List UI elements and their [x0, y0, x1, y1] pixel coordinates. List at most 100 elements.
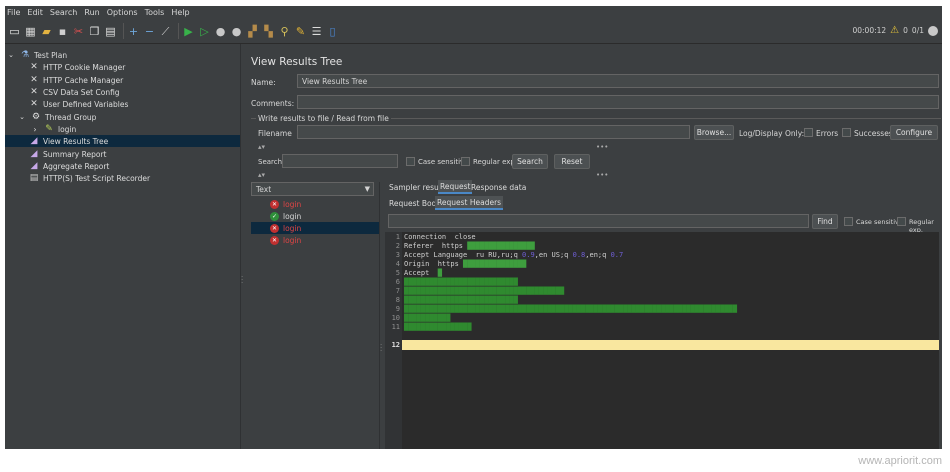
tab-response-data[interactable]: Response data	[469, 180, 528, 194]
errors-checkbox[interactable]	[804, 128, 813, 137]
reset-button[interactable]: Reset	[554, 154, 590, 169]
request-headers-editor[interactable]: 1 2 3 4 5 6 7 8 9 10 11 12 Connection cl…	[385, 232, 939, 449]
tree-item-user-defined-variables[interactable]: ✕ User Defined Variables	[29, 98, 128, 110]
name-field[interactable]: View Results Tree	[297, 74, 939, 88]
tree-item-label: User Defined Variables	[43, 99, 129, 109]
open-icon[interactable]: ▰	[40, 25, 53, 38]
listener-icon: ◢	[30, 161, 38, 171]
tree-item-test-plan[interactable]: ⌄ ⚗ Test Plan	[6, 49, 67, 61]
menu-tools[interactable]: Tools	[145, 8, 165, 17]
expand-icon[interactable]: +	[127, 25, 140, 38]
redacted-header: ██████████████████████████████████████	[404, 287, 565, 295]
shutdown-icon[interactable]: ●	[230, 25, 243, 38]
menu-edit[interactable]: Edit	[27, 8, 43, 17]
chevron-down-icon: ▼	[364, 185, 370, 193]
line-number: 6	[395, 278, 400, 286]
menu-file[interactable]: File	[7, 8, 20, 17]
collapse-icon[interactable]: −	[143, 25, 156, 38]
tree-item-login[interactable]: › ✎ login	[30, 123, 76, 135]
tree-item-label: HTTP Cookie Manager	[43, 62, 126, 72]
sample-label: login	[283, 235, 302, 245]
tree-item-http-cookie-manager[interactable]: ✕ HTTP Cookie Manager	[29, 61, 125, 73]
comments-label: Comments:	[251, 99, 295, 108]
tab-request-headers[interactable]: Request Headers	[435, 196, 504, 210]
stop-icon[interactable]: ●	[214, 25, 227, 38]
chevron-down-icon[interactable]: ⌄	[17, 112, 27, 122]
list-item[interactable]: ✕ login	[251, 234, 379, 246]
redacted-header: ███████████████████████████	[404, 278, 518, 286]
splitter-grip-icon[interactable]: · · ·	[241, 274, 243, 287]
listener-icon: ◢	[30, 149, 38, 159]
comments-field[interactable]	[297, 95, 939, 109]
clear-icon[interactable]: ▞	[246, 25, 259, 38]
configure-button[interactable]: Configure	[890, 125, 938, 140]
list-item[interactable]: ✕ login	[251, 222, 379, 234]
page-title: View Results Tree	[251, 56, 343, 68]
start-no-pauses-icon[interactable]: ▷	[198, 25, 211, 38]
case-sensitive-checkbox[interactable]	[406, 157, 415, 166]
search-icon[interactable]: ⚲	[278, 25, 291, 38]
tree-item-label: Summary Report	[43, 149, 107, 159]
find-button[interactable]: Find	[812, 214, 838, 229]
paste-icon[interactable]: ▤	[104, 25, 117, 38]
menu-run[interactable]: Run	[84, 8, 99, 17]
sample-label: login	[283, 199, 302, 209]
active-threads: 0/1	[911, 26, 924, 35]
toggle-icon[interactable]: ⟋	[159, 25, 172, 38]
search-button[interactable]: Search	[512, 154, 548, 169]
tree-item-csv-data-set-config[interactable]: ✕ CSV Data Set Config	[29, 86, 120, 98]
tree-item-summary-report[interactable]: ◢ Summary Report	[29, 148, 107, 160]
line-number: 12	[391, 341, 400, 349]
tree-item-label: CSV Data Set Config	[43, 87, 120, 97]
regex-checkbox[interactable]	[461, 157, 470, 166]
menu-search[interactable]: Search	[50, 8, 77, 17]
menu-help[interactable]: Help	[171, 8, 189, 17]
list-item[interactable]: ✕ login	[251, 198, 379, 210]
browse-button[interactable]: Browse...	[694, 125, 734, 140]
cut-icon[interactable]: ✂	[72, 25, 85, 38]
find-case-sensitive-checkbox[interactable]	[844, 217, 853, 226]
current-line-highlight	[402, 340, 939, 350]
copy-icon[interactable]: ❐	[88, 25, 101, 38]
test-plan-icon: ⚗	[20, 50, 30, 60]
filename-label: Filename	[258, 129, 292, 138]
list-item[interactable]: ✓ login	[251, 210, 379, 222]
filename-field[interactable]	[297, 125, 690, 139]
tree-item-http-cache-manager[interactable]: ✕ HTTP Cache Manager	[29, 74, 123, 86]
tab-request[interactable]: Request	[438, 180, 473, 194]
function-helper-icon[interactable]: ☰	[310, 25, 323, 38]
find-regex-checkbox[interactable]	[897, 217, 906, 226]
divider-grip-icon[interactable]: •••	[596, 143, 608, 151]
renderer-select[interactable]: Text ▼	[251, 182, 374, 196]
save-icon[interactable]: ▪	[56, 25, 69, 38]
successes-checkbox[interactable]	[842, 128, 851, 137]
divider-grip-icon[interactable]: •••	[596, 171, 608, 179]
chevron-down-icon[interactable]: ⌄	[6, 50, 16, 60]
templates-icon[interactable]: ▦	[24, 25, 37, 38]
menu-options[interactable]: Options	[107, 8, 138, 17]
warning-icon[interactable]: ⚠	[890, 25, 899, 36]
tree-item-thread-group[interactable]: ⌄ ⚙ Thread Group	[17, 111, 96, 123]
splitter-grip-icon[interactable]: · · ·	[380, 342, 382, 355]
tree-item-view-results-tree[interactable]: ◢ View Results Tree	[5, 135, 240, 147]
new-icon[interactable]: ▭	[8, 25, 21, 38]
sample-label: login	[283, 223, 302, 233]
remote-globe-icon[interactable]	[928, 25, 938, 36]
code-line: ███████████	[404, 314, 450, 322]
tree-item-aggregate-report[interactable]: ◢ Aggregate Report	[29, 160, 110, 172]
line-number: 3	[395, 251, 400, 259]
reset-search-icon[interactable]: ✎	[294, 25, 307, 38]
header-text: Referer https	[404, 242, 464, 250]
collapse-arrows-icon[interactable]: ▴▾	[258, 171, 265, 179]
chevron-right-icon[interactable]: ›	[30, 124, 40, 134]
header-text: ,en US;q	[534, 251, 573, 259]
results-splitter[interactable]	[379, 182, 384, 449]
tab-sampler-result[interactable]: Sampler result	[387, 180, 446, 194]
search-input[interactable]	[282, 154, 398, 168]
start-icon[interactable]: ▶	[182, 25, 195, 38]
tree-item-recorder[interactable]: ▤ HTTP(S) Test Script Recorder	[29, 172, 150, 184]
collapse-arrows-icon[interactable]: ▴▾	[258, 143, 265, 151]
clear-all-icon[interactable]: ▚	[262, 25, 275, 38]
help-icon[interactable]: ▯	[326, 25, 339, 38]
find-input[interactable]	[388, 214, 809, 228]
